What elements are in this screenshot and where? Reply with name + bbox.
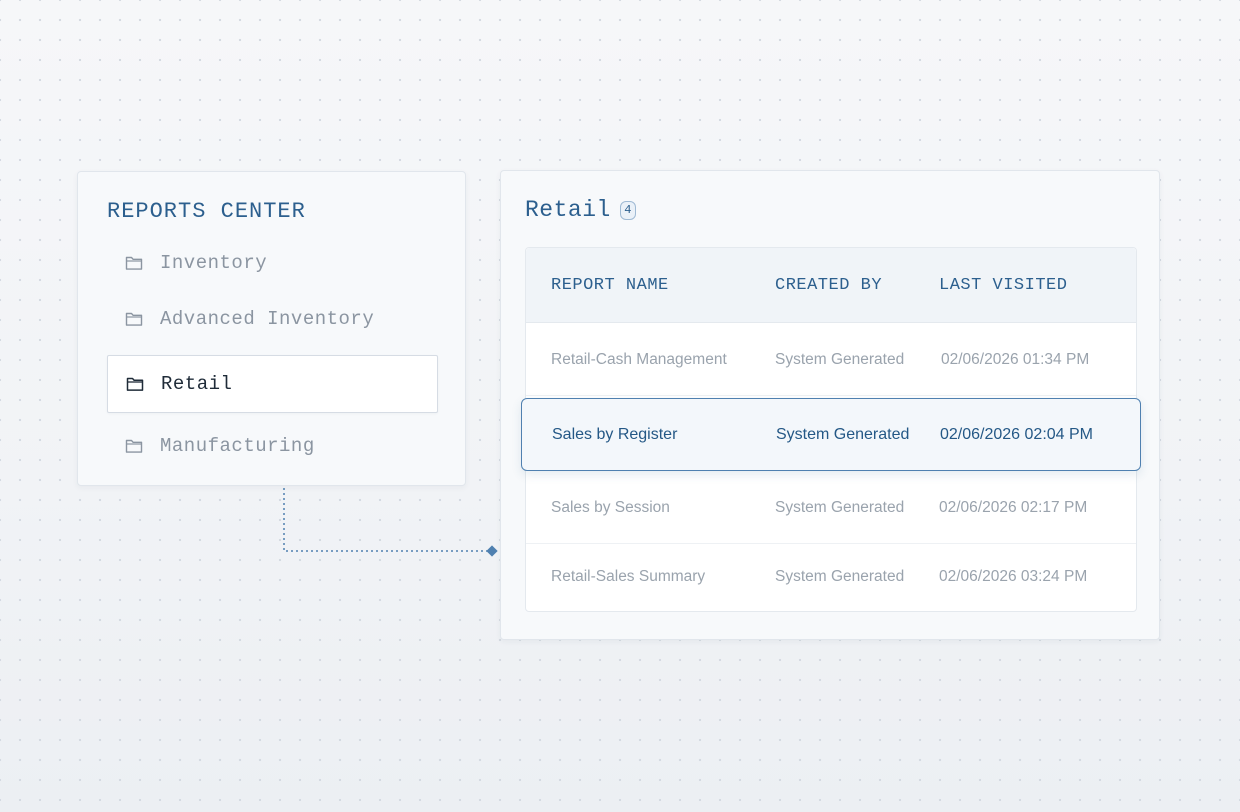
report-name-cell: Retail-Sales Summary [551, 567, 706, 585]
folder-icon [125, 438, 143, 454]
last-visited-cell: 02/06/2026 01:34 PM [941, 350, 1090, 368]
created-by-cell: System Generated [775, 350, 905, 368]
table-row[interactable]: Sales by Session System Generated 02/06/… [526, 472, 1136, 544]
folder-item-retail[interactable]: Retail [107, 355, 438, 413]
last-visited-cell: 02/06/2026 03:24 PM [939, 567, 1088, 585]
column-header-report-name[interactable]: REPORT NAME [551, 276, 669, 295]
folder-item-inventory[interactable]: Inventory [107, 234, 438, 292]
folder-item-advanced-inventory[interactable]: Advanced Inventory [107, 290, 438, 348]
created-by-cell: System Generated [776, 425, 910, 443]
report-name-cell: Retail-Cash Management [551, 350, 727, 368]
report-count-badge: 4 [619, 200, 636, 220]
last-visited-cell: 02/06/2026 02:17 PM [939, 498, 1088, 516]
retail-heading: Retail 4 [525, 197, 636, 223]
report-name-cell: Sales by Register [552, 425, 678, 443]
folder-label: Inventory [160, 252, 268, 274]
table-row-selected[interactable]: Sales by Register System Generated 02/06… [521, 398, 1141, 471]
folder-icon [125, 255, 143, 271]
created-by-cell: System Generated [775, 498, 905, 516]
column-header-last-visited[interactable]: LAST VISITED [939, 276, 1067, 295]
created-by-cell: System Generated [775, 567, 905, 585]
retail-title: Retail [525, 197, 611, 223]
reports-table: REPORT NAME CREATED BY LAST VISITED Reta… [521, 247, 1141, 612]
table-row[interactable]: Retail-Cash Management System Generated … [526, 324, 1136, 396]
table-header: REPORT NAME CREATED BY LAST VISITED [526, 248, 1136, 323]
folder-icon [126, 376, 144, 392]
retail-reports-panel: Retail 4 REPORT NAME CREATED BY LAST VIS… [500, 170, 1160, 640]
folder-label: Retail [161, 373, 233, 395]
folder-item-manufacturing[interactable]: Manufacturing [107, 417, 438, 475]
reports-center-title: REPORTS CENTER [107, 199, 306, 224]
column-header-created-by[interactable]: CREATED BY [775, 276, 882, 295]
report-name-cell: Sales by Session [551, 498, 670, 516]
connector-end-diamond [486, 545, 498, 557]
folder-icon [125, 311, 143, 327]
folder-label: Manufacturing [160, 435, 315, 457]
folder-label: Advanced Inventory [160, 308, 375, 330]
table-row[interactable]: Retail-Sales Summary System Generated 02… [526, 542, 1136, 611]
last-visited-cell: 02/06/2026 02:04 PM [940, 425, 1094, 443]
reports-center-panel: REPORTS CENTER Inventory Advanced Invent… [77, 171, 466, 486]
